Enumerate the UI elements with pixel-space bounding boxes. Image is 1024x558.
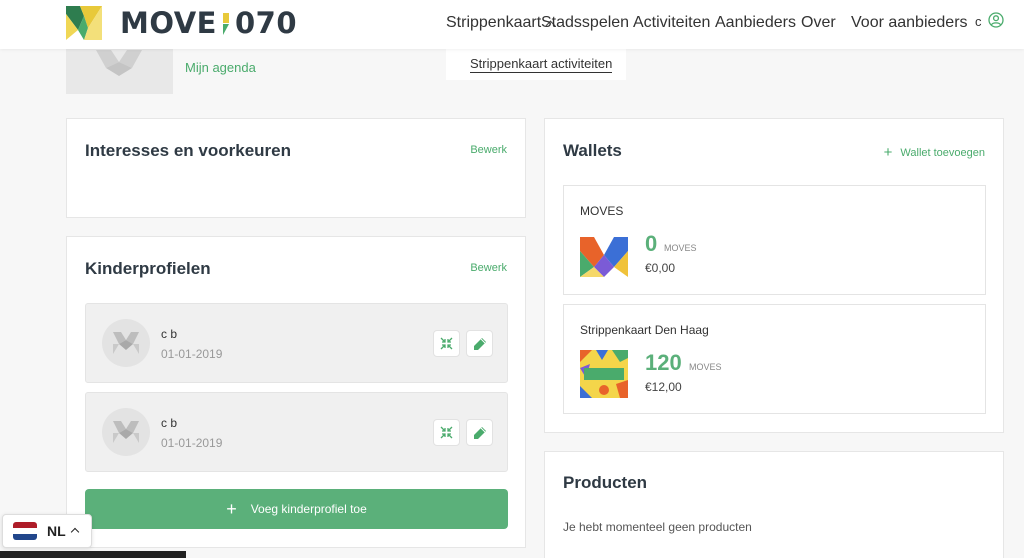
child-merge-button[interactable] xyxy=(433,419,460,446)
language-label: NL xyxy=(47,523,66,539)
collapse-arrows-icon xyxy=(440,426,453,439)
interests-title: Interesses en voorkeuren xyxy=(85,141,291,160)
wallet-balance: 120 xyxy=(645,350,682,375)
nav-voor-aanbieders[interactable]: Voor aanbieders xyxy=(851,14,968,32)
wallets-title: Wallets xyxy=(563,141,622,160)
wallet-balance: 0 xyxy=(645,231,658,256)
pencil-icon xyxy=(473,337,486,350)
add-wallet-label: Wallet toevoegen xyxy=(900,147,985,159)
wallet-item-moves[interactable]: MOVES 0 MOVES €0,00 xyxy=(563,185,986,295)
child-birthdate: 01-01-2019 xyxy=(161,347,223,361)
strippenkaart-card-image-icon xyxy=(580,350,628,398)
user-account-icon[interactable] xyxy=(988,12,1004,28)
products-card: Producten Je hebt momenteel geen product… xyxy=(544,451,1004,558)
child-edit-button[interactable] xyxy=(466,419,493,446)
user-initial[interactable]: c xyxy=(975,14,982,29)
logo-text-070: 070 xyxy=(235,6,298,40)
child-profile-item[interactable]: c b 01-01-2019 xyxy=(85,392,508,472)
pencil-icon xyxy=(473,426,486,439)
wallets-card: Wallets + Wallet toevoegen MOVES 0 MOVES … xyxy=(544,118,1004,433)
child-profile-item[interactable]: c b 01-01-2019 xyxy=(85,303,508,383)
nav-activiteiten[interactable]: Activiteiten xyxy=(633,14,710,32)
nav-over[interactable]: Over xyxy=(801,14,836,32)
nav-stadsspelen[interactable]: Stadsspelen xyxy=(541,14,629,32)
child-merge-button[interactable] xyxy=(433,330,460,357)
wallet-unit: MOVES xyxy=(689,362,722,372)
nav-strippenkaart[interactable]: Strippenkaart xyxy=(446,14,556,32)
add-wallet-link[interactable]: + Wallet toevoegen xyxy=(883,143,985,161)
child-name: c b xyxy=(161,327,178,341)
wallet-euro-value: €12,00 xyxy=(645,380,682,394)
collapse-arrows-icon xyxy=(440,337,453,350)
moves-wallet-logo-icon xyxy=(580,237,628,277)
wallet-euro-value: €0,00 xyxy=(645,261,676,275)
interests-card: Interesses en voorkeuren Bewerk xyxy=(66,118,526,218)
top-navigation-bar: MOVE 070 Strippenkaart Stadsspelen Activ… xyxy=(0,0,1024,49)
child-avatar-icon xyxy=(113,421,139,443)
wallet-item-strippenkaart[interactable]: Strippenkaart Den Haag 120 MOVES €12,00 xyxy=(563,304,986,414)
my-agenda-link[interactable]: Mijn agenda xyxy=(185,60,256,75)
logo-slash-icon xyxy=(219,10,233,36)
add-child-label: Voeg kinderprofiel toe xyxy=(250,502,367,516)
child-avatar xyxy=(102,408,150,456)
child-avatar xyxy=(102,319,150,367)
plus-icon: + xyxy=(883,144,893,161)
children-card: Kinderprofielen Bewerk c b 01-01-2019 c … xyxy=(66,236,526,548)
chevron-up-icon xyxy=(70,527,79,537)
products-empty-text: Je hebt momenteel geen producten xyxy=(563,520,752,534)
nav-aanbieders[interactable]: Aanbieders xyxy=(715,14,796,32)
strippenkaart-dropdown: Strippenkaart activiteiten xyxy=(446,44,626,80)
logo-text-move: MOVE xyxy=(120,6,217,40)
children-edit-link[interactable]: Bewerk xyxy=(470,262,507,274)
plus-icon: + xyxy=(226,499,237,519)
wallet-unit: MOVES xyxy=(664,243,697,253)
netherlands-flag-icon xyxy=(13,522,37,540)
add-child-profile-button[interactable]: + Voeg kinderprofiel toe xyxy=(85,489,508,529)
wallet-name: MOVES xyxy=(580,204,624,218)
child-birthdate: 01-01-2019 xyxy=(161,436,223,450)
child-name: c b xyxy=(161,416,178,430)
language-switcher[interactable]: NL xyxy=(2,514,92,548)
move070-logo[interactable]: MOVE 070 xyxy=(66,6,297,40)
move-logo-icon xyxy=(66,6,102,40)
dropdown-strippenkaart-activiteiten[interactable]: Strippenkaart activiteiten xyxy=(470,56,613,73)
child-edit-button[interactable] xyxy=(466,330,493,357)
child-avatar-icon xyxy=(113,332,139,354)
interests-edit-link[interactable]: Bewerk xyxy=(470,144,507,156)
status-url-bar xyxy=(0,551,186,558)
products-title: Producten xyxy=(563,473,648,492)
children-title: Kinderprofielen xyxy=(85,259,211,278)
wallet-name: Strippenkaart Den Haag xyxy=(580,323,709,337)
nav-label: Strippenkaart xyxy=(446,14,542,31)
